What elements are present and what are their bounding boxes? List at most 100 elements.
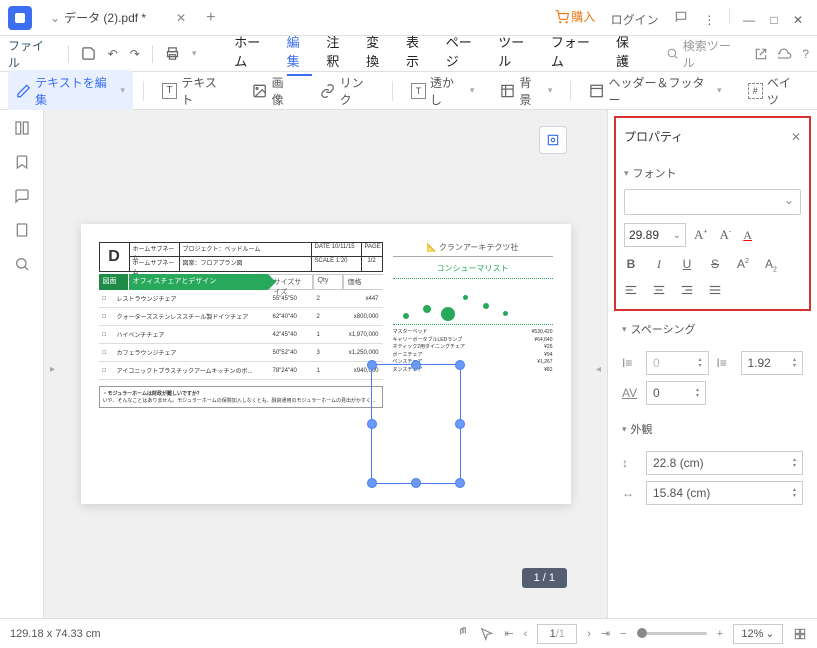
font-color-icon[interactable]: A	[743, 228, 752, 243]
resize-handle[interactable]	[367, 478, 377, 488]
more-icon[interactable]: ⋮	[703, 13, 715, 27]
print-icon[interactable]	[165, 46, 180, 61]
resize-handle[interactable]	[455, 478, 465, 488]
buy-button[interactable]: 購入	[555, 8, 595, 25]
font-grow-icon[interactable]: A+	[694, 227, 707, 243]
first-page-icon[interactable]: ⇤	[504, 627, 513, 640]
char-spacing-input[interactable]: 0▴▾	[646, 351, 709, 375]
document-tab[interactable]: ⌄ データ (2).pdf * ✕	[40, 0, 196, 35]
chevron-down-icon[interactable]: ▾	[622, 324, 627, 335]
header-footer-tool[interactable]: ヘッダー＆フッター ▾	[581, 70, 729, 112]
bold-button[interactable]: B	[624, 257, 638, 273]
align-left-icon[interactable]	[624, 283, 638, 297]
share-icon[interactable]	[754, 47, 768, 61]
menu-edit[interactable]: 編集	[287, 32, 313, 76]
thumbnails-icon[interactable]	[14, 120, 30, 136]
image-tool[interactable]: 画像	[244, 70, 302, 112]
link-tool[interactable]: リンク	[312, 70, 381, 112]
menu-view[interactable]: 表示	[406, 32, 432, 76]
select-tool-icon[interactable]	[480, 627, 494, 641]
zoom-in-icon[interactable]: +	[717, 628, 723, 640]
add-tab-button[interactable]: +	[206, 9, 215, 27]
appearance-section-label: 外観	[631, 421, 653, 437]
menu-page[interactable]: ページ	[446, 32, 484, 76]
zoom-select[interactable]: 12% ⌄	[733, 624, 783, 644]
pdf-page[interactable]: D ホームサブネーム プロジェクト：ベッドルーム DATE 10/11/15 P…	[81, 224, 571, 504]
width-input[interactable]: 22.8 (cm)▴▾	[646, 451, 803, 475]
chevron-down-icon[interactable]: ▾	[192, 48, 197, 59]
menu-annotate[interactable]: 注釈	[326, 32, 352, 76]
attachment-icon[interactable]	[14, 222, 30, 238]
login-button[interactable]: ログイン	[611, 11, 659, 28]
hand-tool-icon[interactable]	[456, 627, 470, 641]
align-right-icon[interactable]	[680, 283, 694, 297]
menu-home[interactable]: ホーム	[234, 32, 272, 76]
chevron-down-icon[interactable]: ▾	[622, 424, 627, 435]
close-window-button[interactable]: ✕	[793, 13, 803, 27]
notifications-icon[interactable]	[674, 10, 688, 24]
resize-handle[interactable]	[367, 419, 377, 429]
zoom-out-icon[interactable]: −	[620, 628, 626, 640]
av-spacing-icon: AV	[622, 386, 638, 400]
resize-handle[interactable]	[455, 419, 465, 429]
bookmark-icon[interactable]	[14, 154, 30, 170]
menu-form[interactable]: フォーム	[551, 32, 602, 76]
resize-handle[interactable]	[411, 360, 421, 370]
maximize-button[interactable]: □	[770, 13, 777, 27]
zoom-slider[interactable]	[637, 632, 707, 635]
menu-protect[interactable]: 保護	[616, 32, 642, 76]
chevron-down-icon[interactable]: ▾	[120, 85, 125, 96]
edit-text-tool[interactable]: テキストを編集 ▾	[8, 70, 133, 112]
save-icon[interactable]	[81, 46, 96, 61]
font-size-input[interactable]: 29.89	[624, 223, 686, 247]
chevron-down-icon[interactable]: ▾	[624, 168, 629, 179]
background-tool[interactable]: 背景 ▾	[492, 70, 560, 112]
bates-tool[interactable]: # ベイツ	[740, 70, 809, 112]
superscript-button[interactable]: A2	[736, 257, 750, 273]
search-tools[interactable]: 検索ツール	[666, 37, 743, 71]
hdr-cell: 図案：フロアプラン図	[180, 257, 312, 271]
watermark-tool[interactable]: T 透かし ▾	[403, 70, 483, 112]
chevron-down-icon[interactable]: ▾	[470, 85, 475, 96]
chevron-down-icon[interactable]: ▾	[548, 85, 553, 96]
text-tool[interactable]: T テキスト	[154, 70, 235, 112]
cloud-icon[interactable]	[778, 47, 792, 61]
minimize-button[interactable]: —	[743, 13, 755, 27]
fit-page-icon[interactable]	[793, 627, 807, 641]
close-tab-icon[interactable]: ✕	[176, 11, 186, 25]
undo-icon[interactable]: ↶	[108, 47, 118, 61]
header-footer-label: ヘッダー＆フッター	[609, 74, 711, 108]
last-page-icon[interactable]: ⇥	[601, 627, 610, 640]
close-panel-icon[interactable]: ✕	[791, 130, 801, 144]
align-justify-icon[interactable]	[708, 283, 722, 297]
text-selection-box[interactable]	[371, 364, 461, 484]
resize-handle[interactable]	[411, 478, 421, 488]
underline-button[interactable]: U	[680, 257, 694, 273]
table-row: □クォーターズステンレススチール製ドイツチェア62"40"402x800,000	[99, 308, 383, 326]
align-center-icon[interactable]	[652, 283, 666, 297]
subscript-button[interactable]: A2	[764, 257, 778, 273]
av-spacing-input[interactable]: 0▴▾	[646, 381, 706, 405]
left-sidebar	[0, 110, 44, 618]
strikethrough-button[interactable]: S	[708, 257, 722, 273]
font-family-select[interactable]	[624, 189, 801, 215]
redo-icon[interactable]: ↷	[130, 47, 140, 61]
page-number-input[interactable]: 1/1	[537, 624, 577, 644]
chevron-down-icon[interactable]: ▾	[717, 85, 722, 96]
prev-page-icon[interactable]: ‹	[524, 628, 528, 640]
italic-button[interactable]: I	[652, 257, 666, 273]
comment-icon[interactable]	[14, 188, 30, 204]
search-sidebar-icon[interactable]	[14, 256, 30, 272]
image-icon	[252, 83, 267, 99]
file-menu[interactable]: ファイル	[8, 37, 56, 71]
line-spacing-icon: I≡	[717, 356, 733, 370]
resize-handle[interactable]	[455, 360, 465, 370]
line-spacing-input[interactable]: 1.92▴▾	[741, 351, 804, 375]
help-icon[interactable]: ?	[802, 47, 809, 61]
resize-handle[interactable]	[367, 360, 377, 370]
menu-tool[interactable]: ツール	[498, 32, 537, 76]
menu-convert[interactable]: 変換	[366, 32, 392, 76]
font-shrink-icon[interactable]: A-	[719, 227, 731, 243]
next-page-icon[interactable]: ›	[587, 628, 591, 640]
height-input[interactable]: 15.84 (cm)▴▾	[646, 481, 803, 505]
